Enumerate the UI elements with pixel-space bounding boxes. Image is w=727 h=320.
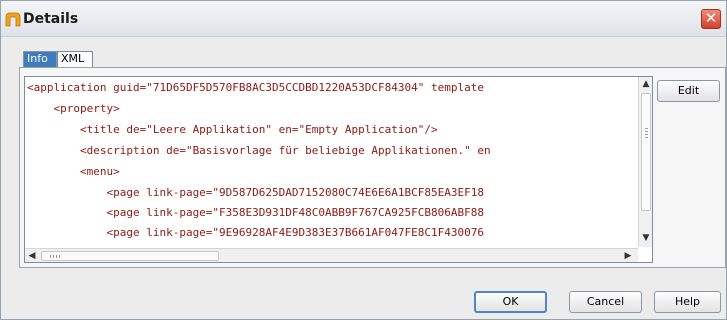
code-line: <menu> [27, 165, 120, 178]
close-icon: ✕ [704, 9, 718, 27]
scroll-left-icon[interactable]: ◀ [25, 249, 39, 262]
scroll-right-icon[interactable]: ▶ [621, 249, 635, 262]
code-line: <page link-page="9E96928AF4E9D383E37B661… [27, 226, 484, 239]
code-line: <title de="Leere Applikation" en="Empty … [27, 123, 438, 136]
code-line: <description de="Basisvorlage für belieb… [27, 144, 491, 157]
xml-editor[interactable]: <application guid="71D65DF5D570FB8AC3D5C… [24, 76, 653, 263]
tab-info[interactable]: Info [23, 51, 57, 67]
ok-button[interactable]: OK [474, 291, 547, 313]
cancel-button[interactable]: Cancel [569, 291, 642, 313]
tab-xml[interactable]: XML [57, 51, 93, 67]
code-line: <page link-page="9D587D625DAD7152080C74E… [27, 186, 484, 199]
xml-code[interactable]: <application guid="71D65DF5D570FB8AC3D5C… [27, 81, 637, 241]
horizontal-scroll-thumb[interactable] [41, 251, 219, 261]
edit-button[interactable]: Edit [657, 80, 720, 102]
help-button[interactable]: Help [654, 291, 721, 313]
vertical-scroll-thumb[interactable] [641, 93, 651, 211]
scroll-down-icon[interactable]: ▼ [639, 231, 652, 245]
window-title: Details [23, 11, 79, 27]
folder-arch-icon [5, 12, 21, 27]
close-button[interactable]: ✕ [701, 9, 721, 29]
code-line: <property> [27, 102, 120, 115]
title-bar[interactable]: Details ✕ [1, 1, 726, 37]
horizontal-scrollbar[interactable]: ◀ ▶ [25, 248, 638, 262]
scroll-up-icon[interactable]: ▲ [639, 77, 652, 91]
vertical-scrollbar[interactable]: ▲ ▼ [638, 77, 652, 247]
code-line: <application guid="71D65DF5D570FB8AC3D5C… [27, 81, 484, 94]
details-dialog: Details ✕ Info XML <application guid="71… [0, 0, 727, 320]
code-line: <page link-page="F358E3D931DF48C0ABB9F76… [27, 206, 484, 219]
